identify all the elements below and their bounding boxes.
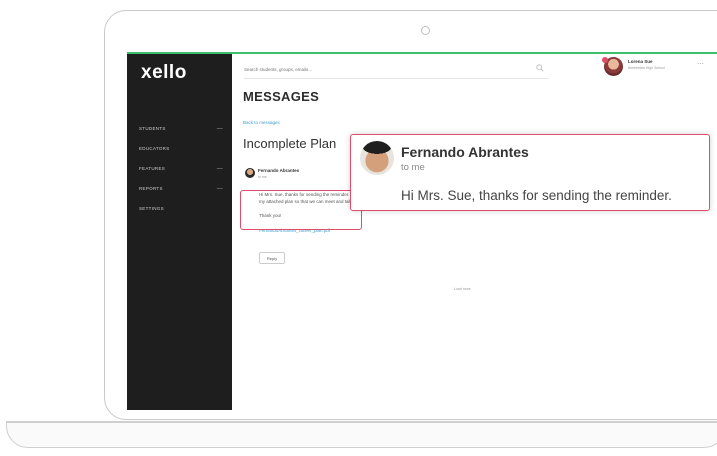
sidebar-item-label: STUDENTS [139, 126, 166, 131]
callout-recipient-label: to me [401, 162, 425, 173]
sender-avatar-large [360, 141, 394, 175]
chevron-down-icon: — [216, 126, 223, 132]
sender-name: Fernando Abrantes [258, 168, 300, 173]
main-content: MESSAGES Back to messages Incomplete Pla… [232, 82, 717, 410]
topbar: Lorena Sue Aimeeview High School ⋯ [232, 52, 717, 82]
sidebar-item-educators[interactable]: EDUCATORS [139, 144, 227, 154]
user-school: Aimeeview High School [628, 66, 665, 70]
sidebar-item-label: REPORTS [139, 186, 163, 191]
callout-message-body: Hi Mrs. Sue, thanks for sending the remi… [401, 188, 672, 203]
more-icon[interactable]: ⋯ [697, 60, 704, 68]
laptop-base [6, 422, 717, 448]
sidebar-item-students[interactable]: STUDENTS — [139, 124, 227, 134]
search-icon[interactable] [536, 64, 544, 72]
page-title: MESSAGES [243, 89, 320, 104]
sidebar-item-label: SETTINGS [139, 206, 164, 211]
load-more-link[interactable]: Load more [454, 287, 471, 291]
sidebar-item-label: FEATURES [139, 166, 166, 171]
sender-avatar [245, 168, 255, 178]
search-input[interactable] [244, 60, 549, 79]
sidebar-item-settings[interactable]: SETTINGS [139, 204, 227, 214]
user-name[interactable]: Lorena Sue [628, 59, 653, 64]
sidebar: xello STUDENTS — EDUCATORS FEATURES — RE… [127, 52, 232, 410]
recipient-label: to me [258, 175, 267, 179]
camera-icon [421, 26, 430, 35]
back-to-messages-link[interactable]: Back to messages [243, 120, 280, 125]
xello-logo[interactable]: xello [141, 62, 187, 84]
sidebar-item-features[interactable]: FEATURES — [139, 164, 227, 174]
sidebar-item-reports[interactable]: REPORTS — [139, 184, 227, 194]
chevron-down-icon: — [216, 186, 223, 192]
notification-badge [602, 57, 608, 63]
sidebar-item-label: EDUCATORS [139, 146, 170, 151]
highlight-box [240, 190, 362, 230]
chevron-down-icon: — [216, 166, 223, 172]
screen: xello STUDENTS — EDUCATORS FEATURES — RE… [127, 52, 717, 410]
zoom-callout: Fernando Abrantes to me Hi Mrs. Sue, tha… [350, 134, 710, 211]
message-subject: Incomplete Plan [243, 136, 337, 151]
reply-button[interactable]: Reply [259, 252, 285, 264]
callout-sender-name: Fernando Abrantes [401, 144, 529, 160]
